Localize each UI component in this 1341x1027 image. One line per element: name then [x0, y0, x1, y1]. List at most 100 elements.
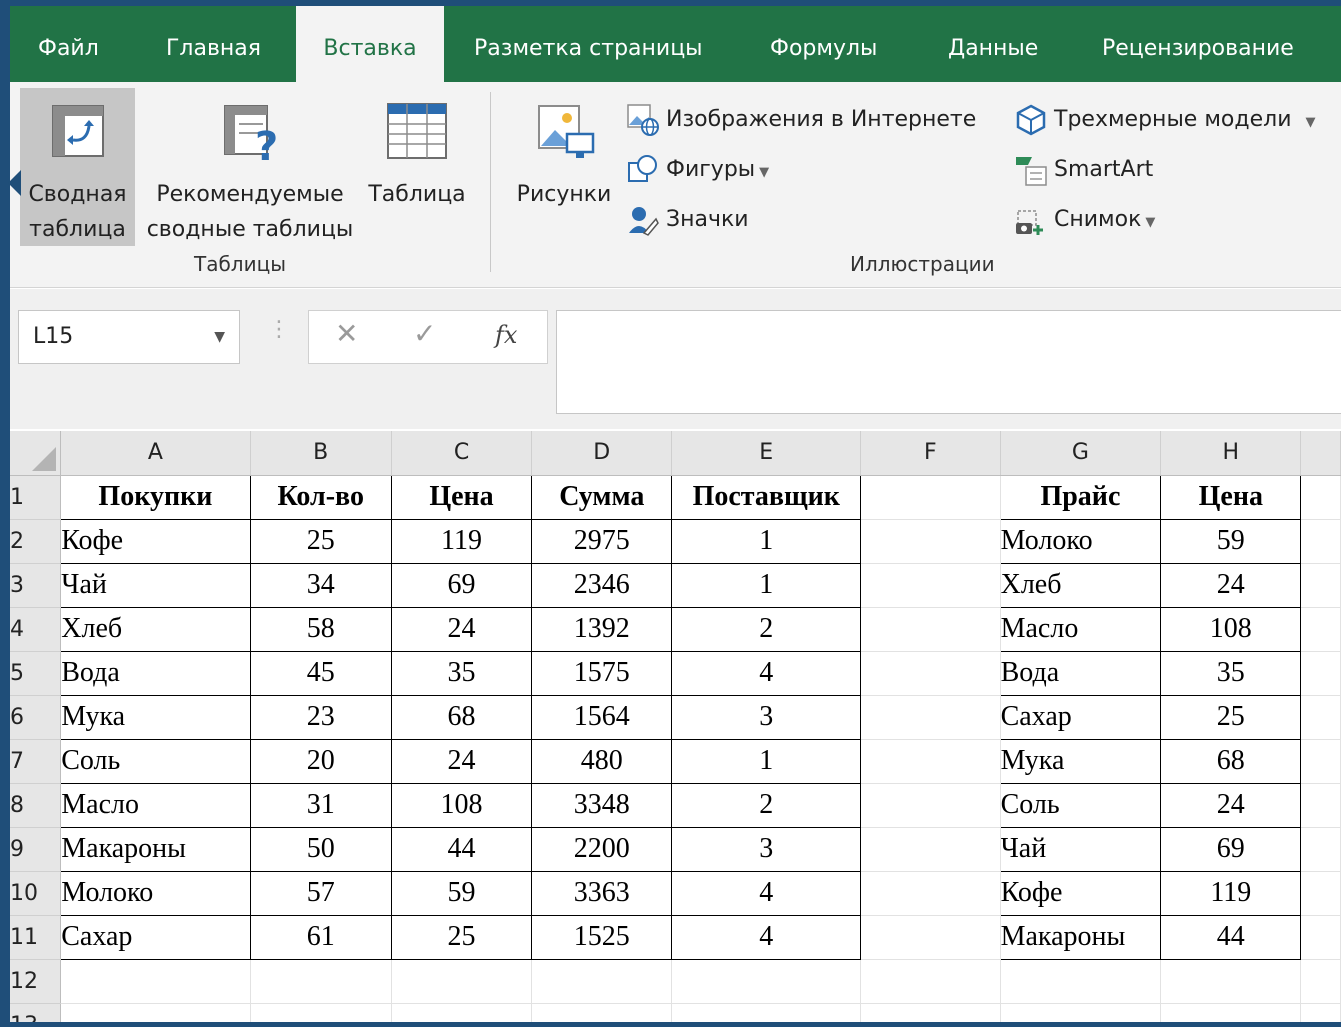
cell-a7[interactable]: Соль — [60, 738, 251, 784]
cell-i3[interactable] — [1300, 563, 1341, 608]
column-header-c[interactable]: C — [391, 431, 533, 476]
row-header-4[interactable]: 4 — [10, 607, 62, 652]
cell-e4[interactable]: 2 — [671, 606, 862, 652]
column-header-next[interactable] — [1300, 431, 1341, 476]
cell-g11[interactable]: Макароны — [999, 914, 1162, 960]
cell-c5[interactable]: 35 — [390, 650, 533, 696]
tab-insert[interactable]: Вставка — [296, 6, 444, 82]
cell-i4[interactable] — [1300, 607, 1341, 652]
cell-h12[interactable] — [1160, 959, 1302, 1004]
cell-a13[interactable] — [60, 1003, 251, 1022]
cell-c4[interactable]: 24 — [390, 606, 533, 652]
cell-e7[interactable]: 1 — [671, 738, 862, 784]
tab-home[interactable]: Главная — [152, 6, 275, 82]
cell-c11[interactable]: 25 — [390, 914, 533, 960]
row-header-8[interactable]: 8 — [10, 783, 62, 828]
icons-button[interactable]: Значки — [626, 200, 749, 240]
pivot-table-button[interactable]: Сводная таблица — [20, 88, 135, 246]
screenshot-button[interactable]: Снимок ▼ — [1014, 200, 1155, 240]
cell-e10[interactable]: 4 — [671, 870, 862, 916]
cell-e5[interactable]: 4 — [671, 650, 862, 696]
cell-c7[interactable]: 24 — [390, 738, 533, 784]
tab-page-layout[interactable]: Разметка страницы — [460, 6, 717, 82]
cell-c8[interactable]: 108 — [390, 782, 533, 828]
cell-c2[interactable]: 119 — [390, 518, 533, 564]
cancel-icon[interactable]: ✕ — [335, 317, 358, 350]
cell-i12[interactable] — [1300, 959, 1341, 1004]
row-header-10[interactable]: 10 — [10, 871, 62, 916]
cell-b5[interactable]: 45 — [249, 650, 392, 696]
cell-h7[interactable]: 68 — [1160, 738, 1302, 784]
insert-function-icon[interactable]: fx — [495, 321, 517, 349]
cell-g12[interactable] — [1000, 959, 1162, 1004]
cell-h10[interactable]: 119 — [1160, 870, 1302, 916]
cell-a11[interactable]: Сахар — [60, 914, 251, 960]
cell-i5[interactable] — [1300, 651, 1341, 696]
name-box[interactable]: L15 ▼ — [18, 310, 240, 364]
cell-f13[interactable] — [860, 1003, 1001, 1022]
cell-i7[interactable] — [1300, 739, 1341, 784]
cell-d4[interactable]: 1392 — [531, 606, 673, 652]
cell-a2[interactable]: Кофе — [60, 518, 251, 564]
cell-b11[interactable]: 61 — [249, 914, 392, 960]
online-pictures-button[interactable]: Изображения в Интернете — [626, 100, 976, 140]
recommended-pivot-button[interactable]: ? Рекомендуемые сводные таблицы — [140, 88, 360, 246]
row-header-5[interactable]: 5 — [10, 651, 62, 696]
pictures-button[interactable]: Рисунки — [506, 88, 622, 246]
cell-a8[interactable]: Масло — [60, 782, 251, 828]
cell-d1[interactable]: Сумма — [531, 474, 673, 520]
column-header-h[interactable]: H — [1160, 431, 1302, 476]
cell-h13[interactable] — [1160, 1003, 1302, 1022]
cell-b4[interactable]: 58 — [249, 606, 392, 652]
column-header-e[interactable]: E — [671, 431, 862, 476]
cell-i9[interactable] — [1300, 827, 1341, 872]
cell-g7[interactable]: Мука — [999, 738, 1162, 784]
row-header-7[interactable]: 7 — [10, 739, 62, 784]
cell-i10[interactable] — [1300, 871, 1341, 916]
cell-a12[interactable] — [60, 959, 251, 1004]
cell-h6[interactable]: 25 — [1160, 694, 1302, 740]
cell-e3[interactable]: 1 — [671, 562, 862, 608]
cell-b10[interactable]: 57 — [249, 870, 392, 916]
cell-b9[interactable]: 50 — [249, 826, 392, 872]
cell-g3[interactable]: Хлеб — [999, 562, 1162, 608]
cell-g10[interactable]: Кофе — [999, 870, 1162, 916]
cell-f11[interactable] — [860, 915, 1001, 960]
cell-c1[interactable]: Цена — [390, 474, 533, 520]
cell-e11[interactable]: 4 — [671, 914, 862, 960]
cell-h1[interactable]: Цена — [1160, 474, 1302, 520]
smartart-button[interactable]: SmartArt — [1014, 150, 1153, 190]
cell-i8[interactable] — [1300, 783, 1341, 828]
cell-e1[interactable]: Поставщик — [671, 474, 862, 520]
cell-d5[interactable]: 1575 — [531, 650, 673, 696]
row-header-1[interactable]: 1 — [10, 475, 62, 520]
row-header-9[interactable]: 9 — [10, 827, 62, 872]
cell-i2[interactable] — [1300, 519, 1341, 564]
tab-formulas[interactable]: Формулы — [756, 6, 891, 82]
row-header-6[interactable]: 6 — [10, 695, 62, 740]
formula-input[interactable] — [556, 310, 1341, 414]
cell-d7[interactable]: 480 — [531, 738, 673, 784]
cell-h3[interactable]: 24 — [1160, 562, 1302, 608]
cell-h4[interactable]: 108 — [1160, 606, 1302, 652]
cell-d13[interactable] — [531, 1003, 673, 1022]
table-button[interactable]: Таблица — [362, 88, 472, 246]
cell-b12[interactable] — [250, 959, 392, 1004]
cell-c12[interactable] — [391, 959, 533, 1004]
cell-f7[interactable] — [860, 739, 1001, 784]
chevron-down-icon[interactable]: ▼ — [214, 311, 225, 363]
cell-e12[interactable] — [671, 959, 862, 1004]
cell-b13[interactable] — [250, 1003, 392, 1022]
3d-models-button[interactable]: Трехмерные модели ▼ — [1014, 100, 1316, 140]
row-header-12[interactable]: 12 — [10, 959, 62, 1004]
column-header-d[interactable]: D — [531, 431, 673, 476]
cell-b1[interactable]: Кол-во — [249, 474, 392, 520]
cell-b8[interactable]: 31 — [249, 782, 392, 828]
column-header-f[interactable]: F — [860, 431, 1001, 476]
cell-e6[interactable]: 3 — [671, 694, 862, 740]
cell-f9[interactable] — [860, 827, 1001, 872]
cell-c10[interactable]: 59 — [390, 870, 533, 916]
cell-f12[interactable] — [860, 959, 1001, 1004]
cell-h8[interactable]: 24 — [1160, 782, 1302, 828]
row-header-11[interactable]: 11 — [10, 915, 62, 960]
